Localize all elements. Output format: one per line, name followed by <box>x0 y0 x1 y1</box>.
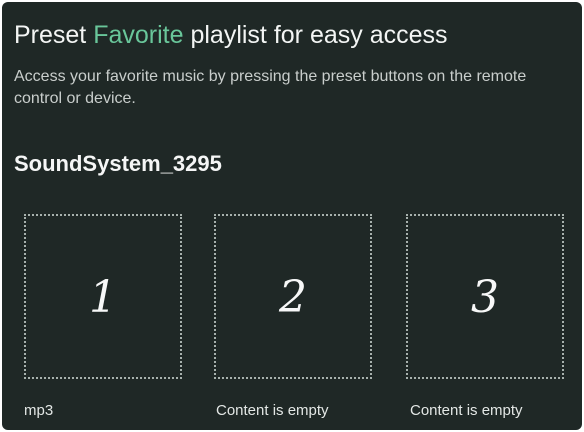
preset-label-2: Content is empty <box>216 402 329 419</box>
preset-favorite-panel: Preset Favorite playlist for easy access… <box>2 2 582 430</box>
preset-label-1: mp3 <box>24 402 54 419</box>
preset-number-3: 3 <box>471 272 499 323</box>
preset-slot-1[interactable]: 1 <box>24 214 182 379</box>
panel-description: Access your favorite music by pressing t… <box>14 68 527 107</box>
preset-slot-3[interactable]: 3 <box>406 214 564 379</box>
preset-number-2: 2 <box>279 272 307 323</box>
preset-label-3: Content is empty <box>410 402 523 419</box>
panel-title: Preset Favorite playlist for easy access <box>14 20 448 50</box>
device-name: SoundSystem_3295 <box>14 151 222 176</box>
title-accent-word: Favorite <box>93 21 184 49</box>
title-prefix: Preset <box>14 21 94 49</box>
preset-number-1: 1 <box>89 272 117 323</box>
preset-slot-2[interactable]: 2 <box>214 214 372 379</box>
title-suffix: playlist for easy access <box>183 21 448 49</box>
